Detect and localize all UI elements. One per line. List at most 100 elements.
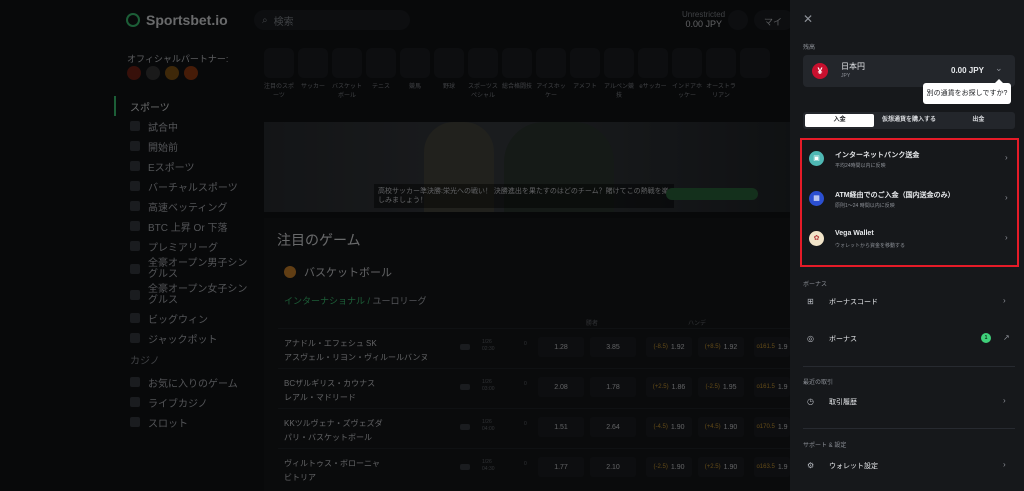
featured-title: 注目のゲーム — [277, 232, 361, 248]
league-region: インターナショナル — [284, 296, 366, 306]
odds-button[interactable]: 1.78 — [590, 377, 636, 397]
search-icon: ⌕ — [262, 14, 268, 26]
partner-logo-4[interactable] — [184, 66, 198, 80]
table-row[interactable]: KKツルヴェナ・ズヴェズダ パリ・バスケットボール 1/26 04:00 0 1.5… — [278, 408, 790, 448]
partner-logo-2[interactable] — [146, 66, 160, 80]
odds-button[interactable]: 1.77 — [538, 457, 584, 477]
table-row[interactable]: アナドル・エフェシュ SK アスヴェル・リヨン・ヴィルールバンヌ 1/26 02:3… — [278, 328, 790, 368]
heart-icon — [130, 377, 140, 387]
odds-button[interactable]: o161.5 1.9 — [754, 377, 790, 397]
odds-value: 1.95 — [722, 383, 737, 391]
odds-button[interactable]: (-4.5) 1.90 — [646, 417, 692, 437]
match-time: 1/26 04:00 — [482, 419, 495, 433]
promo-banner[interactable]: 高校サッカー準決勝:栄光への戦い！ 決勝進出を果たすのはどのチーム？賭けてこの熱… — [264, 122, 790, 212]
sidebar-item[interactable]: バーチャルスポーツ — [114, 176, 254, 196]
category-item[interactable]: テニス — [366, 48, 396, 99]
featured-sport[interactable]: バスケットボール — [284, 264, 392, 280]
odds-button[interactable]: 3.85 — [590, 337, 636, 357]
odds-button[interactable]: (+8.5) 1.92 — [698, 337, 744, 357]
live-icon — [130, 121, 140, 131]
category-item[interactable]: eサッカー — [638, 48, 668, 99]
partner-logo-3[interactable] — [165, 66, 179, 80]
sidebar-item[interactable]: 全豪オープン女子シングルス — [114, 282, 254, 308]
odds-button[interactable]: 2.10 — [590, 457, 636, 477]
odds-value: 1.92 — [670, 343, 685, 351]
live-casino-icon — [130, 397, 140, 407]
sidebar-item[interactable]: ライブカジノ — [114, 392, 254, 412]
tab-withdraw[interactable]: 出金 — [944, 114, 1013, 127]
transaction-history-row[interactable]: ◷ 取引履歴 › — [803, 388, 1015, 416]
sidebar-item[interactable]: ビッグウィン — [114, 308, 254, 328]
table-row[interactable]: ヴィルトゥス・ボローニャ ビトリア 1/26 04:30 0 1.77 2.10 (… — [278, 448, 790, 488]
home-team: KKツルヴェナ・ズヴェズダ — [284, 419, 383, 428]
sidebar-item[interactable]: プレミアリーグ — [114, 236, 254, 256]
odds-button[interactable]: o163.5 1.9 — [754, 457, 790, 477]
league-breadcrumb[interactable]: インターナショナル / ユーロリーグ — [284, 294, 427, 307]
odds-button[interactable]: o170.5 1.9 — [754, 417, 790, 437]
close-icon[interactable]: ✕ — [803, 12, 813, 26]
deposit-method-vega-wallet[interactable]: ✿ Vega Wallet ウォレットから資金を移動する › — [802, 220, 1017, 260]
odds-button[interactable]: (-2.5) 1.95 — [698, 377, 744, 397]
match-clock: 04:30 — [482, 466, 495, 472]
category-icon — [638, 48, 668, 78]
odds-button[interactable]: (+4.5) 1.90 — [698, 417, 744, 437]
sidebar-item[interactable]: Eスポーツ — [114, 156, 254, 176]
sidebar-item[interactable]: BTC 上昇 Or 下落 — [114, 216, 254, 236]
category-item[interactable]: アイスホッケー — [536, 48, 566, 99]
category-item[interactable]: サッカー — [298, 48, 328, 99]
odds-button[interactable]: o161.5 1.9 — [754, 337, 790, 357]
category-label: オーストラリアン — [706, 84, 736, 99]
category-item[interactable]: 注目のスポーツ — [264, 48, 294, 99]
sidebar-item[interactable]: ジャックポット — [114, 328, 254, 348]
odds-button[interactable]: (-2.5) 1.90 — [646, 457, 692, 477]
sidebar-item[interactable]: 試合中 — [114, 116, 254, 136]
tab-deposit[interactable]: 入金 — [805, 114, 875, 127]
sidebar-item-label: ジャックポット — [148, 334, 218, 346]
bonus-row[interactable]: ◎ ボーナス 1 ↗ — [803, 325, 1015, 353]
category-label: テニス — [371, 84, 390, 90]
odds-button[interactable]: 2.08 — [538, 377, 584, 397]
account-button[interactable]: マイ — [754, 10, 794, 30]
sidebar-item[interactable]: スロット — [114, 412, 254, 432]
trophy-icon[interactable] — [728, 10, 748, 30]
category-item[interactable]: 野球 — [434, 48, 464, 99]
header-balance[interactable]: Unrestricted 0.00 JPY — [682, 10, 725, 29]
odds-button[interactable]: 1.51 — [538, 417, 584, 437]
site-logo[interactable]: Sportsbet.io — [126, 12, 228, 28]
sidebar-item[interactable]: 開始前 — [114, 136, 254, 156]
odds-button[interactable]: 1.28 — [538, 337, 584, 357]
sidebar-item[interactable]: お気に入りのゲーム — [114, 372, 254, 392]
category-bar: 注目のスポーツ サッカー バスケットボール テニス 競馬 野球 スポーツスペシャ… — [264, 48, 770, 99]
currency-name: 日本円 — [841, 62, 865, 71]
match-teams: KKツルヴェナ・ズヴェズダ パリ・バスケットボール — [284, 417, 383, 445]
category-item[interactable]: アルペン競技 — [604, 48, 634, 99]
category-item[interactable] — [740, 48, 770, 99]
odds-button[interactable]: 2.64 — [590, 417, 636, 437]
chevron-right-icon: › — [1003, 396, 1006, 405]
odds-button[interactable]: (+2.5) 1.86 — [646, 377, 692, 397]
odds-button[interactable]: (+2.5) 1.90 — [698, 457, 744, 477]
tab-buy-crypto[interactable]: 仮想通貨を購入する — [874, 114, 943, 127]
search-input[interactable]: ⌕ 検索 — [254, 10, 410, 30]
category-item[interactable]: スポーツスペシャル — [468, 48, 498, 99]
sidebar-item[interactable]: 高速ベッティング — [114, 196, 254, 216]
deposit-methods-highlight: ▣ インターネットバンク送金 平均24時間以内に反映 › ▦ ATM経由でのご入… — [800, 138, 1019, 267]
handicap-line: (-2.5) — [705, 384, 720, 390]
sidebar-item-sports[interactable]: スポーツ — [114, 96, 254, 116]
banner-cta-button[interactable] — [666, 188, 758, 200]
wallet-settings-row[interactable]: ⚙ ウォレット設定 › — [803, 452, 1015, 480]
method-title: ATM経由でのご入金（国内送金のみ） — [835, 192, 955, 199]
bonus-code-row[interactable]: ⊞ ボーナスコード › — [803, 288, 1015, 316]
category-item[interactable]: バスケットボール — [332, 48, 362, 99]
category-item[interactable]: 競馬 — [400, 48, 430, 99]
deposit-method-atm[interactable]: ▦ ATM経由でのご入金（国内送金のみ） 原則1〜24 時間以内に反映 › — [802, 180, 1017, 220]
deposit-method-internet-bank[interactable]: ▣ インターネットバンク送金 平均24時間以内に反映 › — [802, 140, 1017, 180]
table-row[interactable]: BCザルギリス・カウナス レアル・マドリード 1/26 03:00 0 2.08 1… — [278, 368, 790, 408]
category-item[interactable]: オーストラリアン — [706, 48, 736, 99]
partner-logo-1[interactable] — [127, 66, 141, 80]
sidebar-item[interactable]: 全豪オープン男子シングルス — [114, 256, 254, 282]
category-item[interactable]: 総合格闘技 — [502, 48, 532, 99]
category-item[interactable]: アメフト — [570, 48, 600, 99]
category-item[interactable]: インドアホッケー — [672, 48, 702, 99]
odds-button[interactable]: (-8.5) 1.92 — [646, 337, 692, 357]
